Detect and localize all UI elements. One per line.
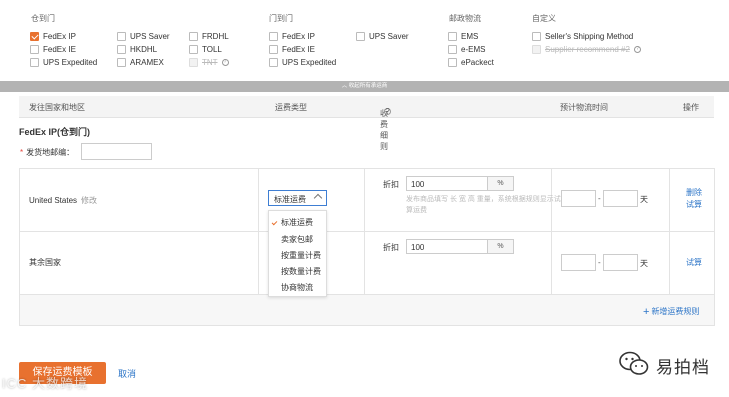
check-icon <box>271 219 278 226</box>
country-name: United States 修改 <box>29 196 98 205</box>
carrier-ups-saver-w2d[interactable]: UPS Saver <box>117 30 170 42</box>
carrier-hkdhl[interactable]: HKDHL <box>117 43 157 55</box>
discount-label: 折扣 <box>383 180 399 189</box>
cancel-link[interactable]: 取消 <box>118 367 136 380</box>
add-rule-link[interactable]: + 新增运费规则 <box>643 305 699 318</box>
option-by-quantity[interactable]: 按数量计费 <box>281 266 321 277</box>
checkbox-icon <box>269 57 278 67</box>
checkbox-icon <box>117 44 126 54</box>
carrier-fedex-ie-d2d[interactable]: FedEx IE <box>269 43 315 55</box>
country-name: 其余国家 <box>29 258 61 267</box>
group-title-door-to-door: 门到门 <box>269 14 293 23</box>
discount-input[interactable]: 100% <box>406 239 514 254</box>
checkbox-disabled-icon <box>532 44 541 54</box>
max-days-input[interactable] <box>603 190 638 207</box>
days-unit: 天 <box>640 195 648 204</box>
min-days-input[interactable] <box>561 254 596 271</box>
collapse-carriers-bar[interactable]: ︿ 收起所有承运商 <box>0 81 729 92</box>
min-days-input[interactable] <box>561 190 596 207</box>
chevron-up-icon: ︿ <box>341 83 349 89</box>
group-title-warehouse-to-door: 仓到门 <box>31 14 55 23</box>
trial-calc-link[interactable]: 试算 <box>686 257 702 269</box>
carrier-fedex-ip-w2d[interactable]: FedEx IP <box>30 30 76 42</box>
checkbox-icon <box>532 31 541 41</box>
carrier-ups-expedited-d2d[interactable]: UPS Expedited <box>269 56 336 68</box>
help-icon[interactable]: ? <box>633 45 641 53</box>
header-action: 操作 <box>683 103 699 112</box>
checkbox-checked-icon <box>30 31 39 41</box>
edit-country-link[interactable]: 修改 <box>81 196 97 205</box>
group-title-postal: 邮政物流 <box>449 14 481 23</box>
delete-link[interactable]: 删除 <box>686 187 702 199</box>
max-days-input[interactable] <box>603 254 638 271</box>
watermark-left: ICC 大数跨境 <box>2 376 89 391</box>
carrier-fedex-ie-w2d[interactable]: FedEx IE <box>30 43 76 55</box>
checkbox-icon <box>30 44 39 54</box>
checkbox-icon <box>448 57 457 67</box>
zip-input[interactable] <box>81 143 152 160</box>
carrier-ups-expedited-w2d[interactable]: UPS Expedited <box>30 56 97 68</box>
chevron-up-icon <box>313 193 323 203</box>
option-free-shipping[interactable]: 卖家包邮 <box>281 234 313 245</box>
checkbox-icon <box>189 44 198 54</box>
carrier-ups-saver-d2d[interactable]: UPS Saver <box>356 30 409 42</box>
option-by-weight[interactable]: 按重量计费 <box>281 250 321 261</box>
help-icon[interactable]: ? <box>384 108 391 116</box>
carrier-tnt: TNT? <box>189 56 229 68</box>
discount-label: 折扣 <box>383 243 399 252</box>
checkbox-icon <box>189 31 198 41</box>
rules-table: United States 修改 折扣 100% 发布商品填写 长 宽 高 重量，… <box>19 168 715 326</box>
checkbox-disabled-icon <box>189 57 198 67</box>
days-unit: 天 <box>640 259 648 268</box>
fee-type-dropdown: 标准运费 卖家包邮 按重量计费 按数量计费 协商物流 <box>268 210 327 297</box>
carrier-frdhl[interactable]: FRDHL <box>189 30 229 42</box>
carrier-ems[interactable]: EMS <box>448 30 478 42</box>
table-header: 发往国家和地区 运费类型 收费细则? 预计物流时间 操作 <box>19 96 714 151</box>
checkbox-icon <box>117 57 126 67</box>
checkbox-icon <box>30 57 39 67</box>
help-icon[interactable]: ? <box>221 58 229 66</box>
wechat-icon <box>619 351 649 375</box>
checkbox-icon <box>356 31 365 41</box>
header-delivery-time: 预计物流时间 <box>560 103 608 112</box>
fee-hint: 发布商品填写 长 宽 高 重量，系统根据规则显示试算运费 <box>406 196 561 214</box>
header-destination: 发往国家和地区 <box>29 103 85 112</box>
checkbox-icon <box>269 31 278 41</box>
zip-label: * 发货地邮编： <box>20 148 75 157</box>
table-row: United States 修改 折扣 100% 发布商品填写 长 宽 高 重量，… <box>20 169 714 232</box>
fee-type-select[interactable]: 标准运费 <box>268 190 327 206</box>
carrier-fedex-ip-d2d[interactable]: FedEx IP <box>269 30 315 42</box>
carrier-sellers-shipping-method[interactable]: Seller's Shipping Method <box>532 30 633 42</box>
discount-input[interactable]: 100% <box>406 176 514 191</box>
option-standard[interactable]: 标准运费 <box>281 217 313 228</box>
carrier-e-ems[interactable]: e-EMS <box>448 43 485 55</box>
checkbox-icon <box>117 31 126 41</box>
checkbox-icon <box>448 44 457 54</box>
group-title-custom: 自定义 <box>532 14 556 23</box>
header-fee-type: 运费类型 <box>275 103 307 112</box>
carrier-epacket[interactable]: ePackect <box>448 56 494 68</box>
table-row: 其余国家 折扣 100% - 天 试算 <box>20 232 714 295</box>
checkbox-icon <box>448 31 457 41</box>
option-negotiated[interactable]: 协商物流 <box>281 282 313 293</box>
watermark-right: 易拍档 <box>612 347 724 381</box>
trial-calc-link[interactable]: 试算 <box>686 199 702 211</box>
carrier-toll[interactable]: TOLL <box>189 43 222 55</box>
carrier-supplier-recommend: Supplier recommend #2? <box>532 43 641 55</box>
plus-icon: + <box>643 306 650 318</box>
checkbox-icon <box>269 44 278 54</box>
section-title: FedEx IP(仓到门) <box>19 127 91 137</box>
carrier-aramex[interactable]: ARAMEX <box>117 56 164 68</box>
